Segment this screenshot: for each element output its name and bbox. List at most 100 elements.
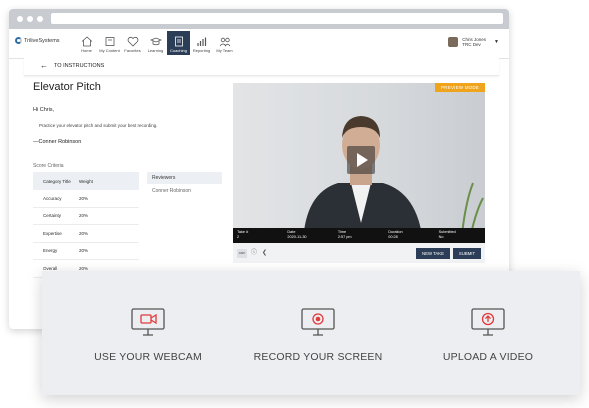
nav-label: Reporting xyxy=(192,48,211,53)
app-header: TriliveSystems Home My Content Favorites… xyxy=(9,29,509,59)
weight-cell: 20% xyxy=(79,195,89,201)
option-record-screen[interactable]: RECORD YOUR SCREEN xyxy=(228,307,408,363)
nav-label: My Content xyxy=(99,48,120,53)
category-cell: Certainty xyxy=(43,213,62,219)
weight-cell: 20% xyxy=(79,265,89,271)
user-menu[interactable]: Chris Jones TRC Dev ▼ xyxy=(448,37,499,47)
team-icon xyxy=(219,37,230,47)
table-row: Accuracy 20% xyxy=(33,190,139,208)
info-submitted: Submitted No xyxy=(435,228,485,243)
chevron-down-icon[interactable]: ▼ xyxy=(494,39,499,45)
info-label: Time xyxy=(337,230,347,234)
camera-toggle[interactable]: cam xyxy=(237,249,247,258)
avatar xyxy=(448,37,459,47)
table-row: Expertise 20% xyxy=(33,225,139,243)
reviewers-panel: Reviewers Conner Robinson xyxy=(147,172,222,194)
nav-item-home[interactable]: Home xyxy=(75,31,98,55)
nav-item-learning[interactable]: Learning xyxy=(144,31,167,55)
user-info: Chris Jones TRC Dev xyxy=(462,37,486,47)
info-value: 2 xyxy=(237,234,240,239)
page-title: Elevator Pitch xyxy=(33,81,101,93)
user-org: TRC Dev xyxy=(462,42,481,47)
option-label: UPLOAD A VIDEO xyxy=(442,351,534,363)
table-header: Category Title Weight xyxy=(33,172,139,190)
nav-item-favorites[interactable]: Favorites xyxy=(121,31,144,55)
window-dot-2[interactable] xyxy=(27,16,33,22)
arrow-left-icon: ← xyxy=(40,61,48,70)
logo-text: TriliveSystems xyxy=(24,37,60,44)
info-value: 00:28 xyxy=(388,234,398,239)
graduation-cap-icon xyxy=(149,37,162,46)
reviewer-name: Conner Robinson xyxy=(152,188,191,194)
logo[interactable]: TriliveSystems xyxy=(15,37,60,44)
info-take: Take #2 xyxy=(233,228,283,243)
score-criteria-table: Category Title Weight Accuracy 20% Certa… xyxy=(33,172,139,278)
new-take-button[interactable]: NEW TAKE xyxy=(416,248,450,259)
category-cell: Accuracy xyxy=(43,195,62,201)
nav-label: Home xyxy=(81,48,92,53)
back-label: TO INSTRUCTIONS xyxy=(54,63,105,69)
browser-titlebar xyxy=(9,9,509,29)
address-bar[interactable] xyxy=(51,13,503,24)
score-criteria-label: Score Criteria xyxy=(33,163,64,169)
submit-button[interactable]: SUBMIT xyxy=(453,248,481,259)
logo-mark xyxy=(15,37,22,44)
weight-cell: 20% xyxy=(79,213,89,219)
sub-header: ← TO INSTRUCTIONS xyxy=(24,58,499,76)
info-label: Submitted xyxy=(438,230,456,234)
weight-cell: 20% xyxy=(79,248,89,254)
nav-label: Learning xyxy=(147,48,164,53)
column-header: Weight xyxy=(79,178,93,184)
take-info-bar: Take #2 Date 2020-11-30 Time 2:57 pm Durat… xyxy=(233,228,485,243)
back-to-instructions-link[interactable]: ← TO INSTRUCTIONS xyxy=(40,61,105,70)
option-label: RECORD YOUR SCREEN xyxy=(253,351,383,363)
nav-item-coaching[interactable]: Coaching xyxy=(167,31,190,55)
help-icon[interactable]: ⓘ xyxy=(251,249,257,257)
instructions-text: Practice your elevator pitch and submit … xyxy=(39,123,158,128)
info-value: 2:57 pm xyxy=(337,234,352,239)
info-label: Duration xyxy=(388,230,403,234)
info-time: Time 2:57 pm xyxy=(334,228,384,243)
category-cell: Expertise xyxy=(43,230,62,236)
upload-video-monitor-icon xyxy=(471,308,505,336)
main-nav: Home My Content Favorites Learning Coach… xyxy=(75,31,236,55)
info-value: 2020-11-30 xyxy=(287,234,307,239)
weight-cell: 20% xyxy=(79,230,89,236)
nav-item-reporting[interactable]: Reporting xyxy=(190,31,213,55)
heart-icon xyxy=(127,36,138,47)
info-date: Date 2020-11-30 xyxy=(283,228,333,243)
option-webcam[interactable]: USE YOUR WEBCAM xyxy=(58,307,238,363)
record-screen-monitor-icon xyxy=(301,308,335,336)
reviewers-header: Reviewers xyxy=(147,172,222,184)
video-controls: cam ⓘ ❮ NEW TAKE SUBMIT xyxy=(233,243,485,263)
info-label: Date xyxy=(287,230,296,234)
coaching-icon xyxy=(174,36,183,47)
table-row: Certainty 20% xyxy=(33,208,139,225)
option-upload-video[interactable]: UPLOAD A VIDEO xyxy=(398,307,578,363)
info-duration: Duration 00:28 xyxy=(384,228,434,243)
column-header: Category Title xyxy=(43,178,71,184)
nav-label: My Team xyxy=(216,48,233,53)
bar-chart-icon xyxy=(196,37,206,46)
nav-label: Favorites xyxy=(124,48,141,53)
info-label: Take # xyxy=(237,230,249,234)
webcam-monitor-icon xyxy=(131,308,165,336)
category-cell: Overall xyxy=(43,265,58,271)
option-label: USE YOUR WEBCAM xyxy=(94,351,202,363)
video-preview[interactable]: PREVIEW MODE xyxy=(233,83,485,243)
signature: —Conner Robinson xyxy=(33,139,82,145)
home-icon xyxy=(81,36,92,47)
window-dot-1[interactable] xyxy=(17,16,23,22)
nav-label: Coaching xyxy=(170,48,187,53)
preview-mode-badge: PREVIEW MODE xyxy=(435,83,485,92)
info-value: No xyxy=(438,234,444,239)
table-row: Energy 20% xyxy=(33,243,139,260)
window-dot-3[interactable] xyxy=(37,16,43,22)
presenter-video-frame xyxy=(233,83,485,243)
capture-options-panel: USE YOUR WEBCAM RECORD YOUR SCREEN UPLOA… xyxy=(42,271,580,395)
nav-item-my-content[interactable]: My Content xyxy=(98,31,121,55)
share-icon[interactable]: ❮ xyxy=(262,249,267,257)
category-cell: Energy xyxy=(43,248,58,254)
greeting: Hi Chris, xyxy=(33,107,55,113)
nav-item-my-team[interactable]: My Team xyxy=(213,31,236,55)
